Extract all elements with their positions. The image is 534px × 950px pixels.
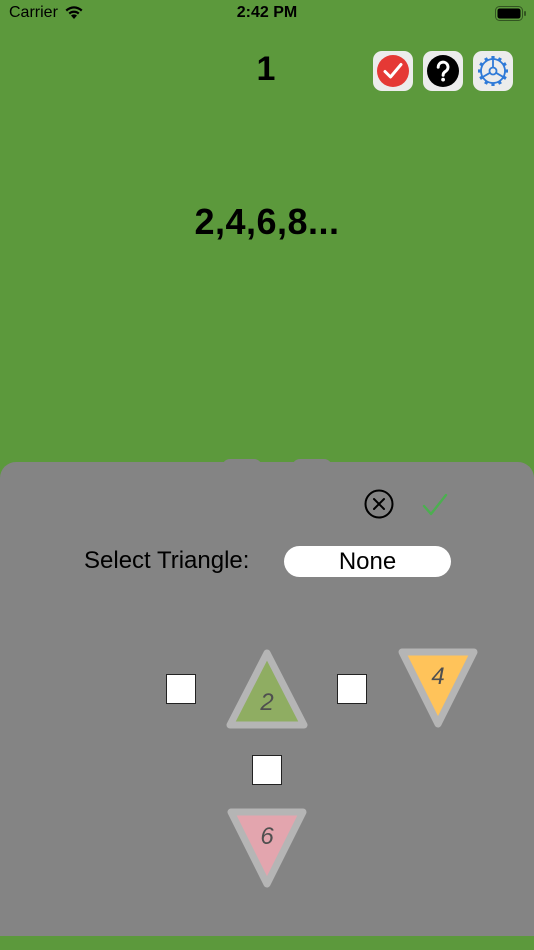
triangle-4-label: 4 (431, 663, 444, 690)
sequence-prompt: 2,4,6,8... (194, 201, 340, 242)
help-button[interactable] (423, 51, 463, 91)
level-number: 1 (256, 50, 276, 88)
triangle-2[interactable]: 2 (224, 647, 310, 733)
gear-tooth (502, 75, 507, 80)
slot-box-left[interactable] (166, 674, 196, 704)
status-time: 2:42 PM (236, 4, 298, 21)
gear-tooth (479, 75, 484, 80)
slot-box-bottom[interactable] (252, 755, 282, 785)
gear-tooth (484, 80, 489, 85)
close-circle-icon (364, 489, 394, 519)
check-answer-button[interactable] (373, 51, 413, 91)
confirm-button[interactable] (419, 489, 451, 521)
triangle-2-label: 2 (259, 689, 273, 716)
settings-button[interactable] (473, 51, 513, 91)
triangle-down-shape: 6 (227, 808, 307, 888)
gear-icon (478, 56, 508, 86)
bottom-strip (0, 936, 534, 950)
gear-tooth (502, 62, 507, 67)
gear-tooth (497, 57, 502, 62)
triangle-6[interactable]: 6 (225, 806, 309, 890)
triangle-select-field[interactable]: None (284, 546, 451, 577)
cancel-button[interactable] (363, 488, 395, 520)
triangle-up-shape: 2 (226, 649, 308, 729)
status-bar: Carrier 2:42 PM (0, 0, 534, 28)
question-circle-icon (427, 55, 459, 87)
triangle-down-shape: 4 (398, 648, 478, 728)
triangle-4[interactable]: 4 (396, 646, 480, 730)
triangle-6-label: 6 (260, 823, 274, 850)
slot-box-right[interactable] (337, 674, 367, 704)
select-triangle-label: Select Triangle: (84, 547, 250, 574)
gear-tooth (479, 62, 484, 67)
gear-tooth (484, 57, 489, 62)
battery-icon (495, 6, 526, 21)
checkmark-circle-icon (377, 55, 409, 87)
checkmark-icon (422, 493, 448, 516)
gear-tooth (497, 80, 502, 85)
